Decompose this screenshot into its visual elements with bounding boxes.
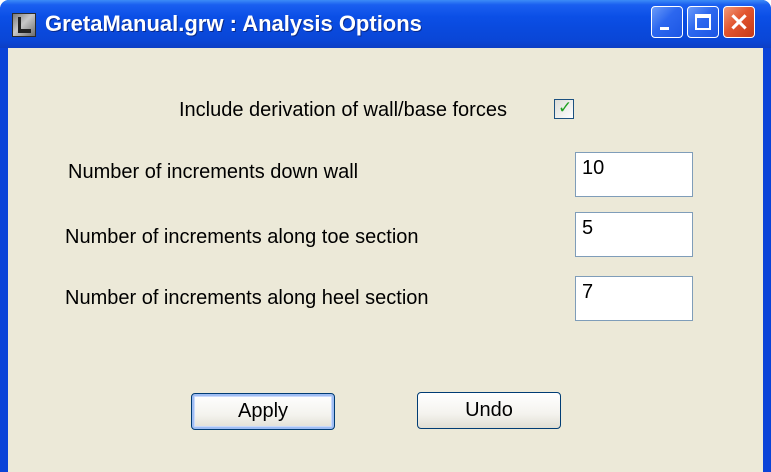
title-bar[interactable]: GretaManual.grw : Analysis Options × (0, 0, 771, 48)
window-title: GretaManual.grw : Analysis Options (45, 11, 422, 36)
toe-section-label: Number of increments along toe section (65, 226, 419, 248)
derivation-checkbox[interactable]: ✓ (554, 98, 574, 119)
close-button[interactable]: × (723, 6, 755, 38)
analysis-options-window: GretaManual.grw : Analysis Options × Inc… (0, 0, 771, 472)
checkmark-icon: ✓ (558, 98, 573, 118)
derivation-label: Include derivation of wall/base forces (179, 99, 507, 121)
app-icon[interactable] (12, 13, 36, 37)
minimize-button[interactable] (651, 6, 683, 38)
heel-section-input[interactable]: 7 (575, 276, 693, 321)
close-icon: × (728, 7, 750, 37)
down-wall-label: Number of increments down wall (68, 161, 359, 183)
apply-button[interactable]: Apply (191, 393, 335, 430)
toe-section-input[interactable]: 5 (575, 212, 693, 257)
down-wall-input[interactable]: 10 (575, 152, 693, 197)
heel-section-label: Number of increments along heel section (65, 287, 429, 309)
dialog-body: Include derivation of wall/base forces ✓… (8, 48, 763, 472)
minimize-icon (660, 27, 669, 30)
maximize-button[interactable] (687, 6, 719, 38)
maximize-icon (695, 14, 711, 30)
undo-button[interactable]: Undo (417, 392, 561, 429)
